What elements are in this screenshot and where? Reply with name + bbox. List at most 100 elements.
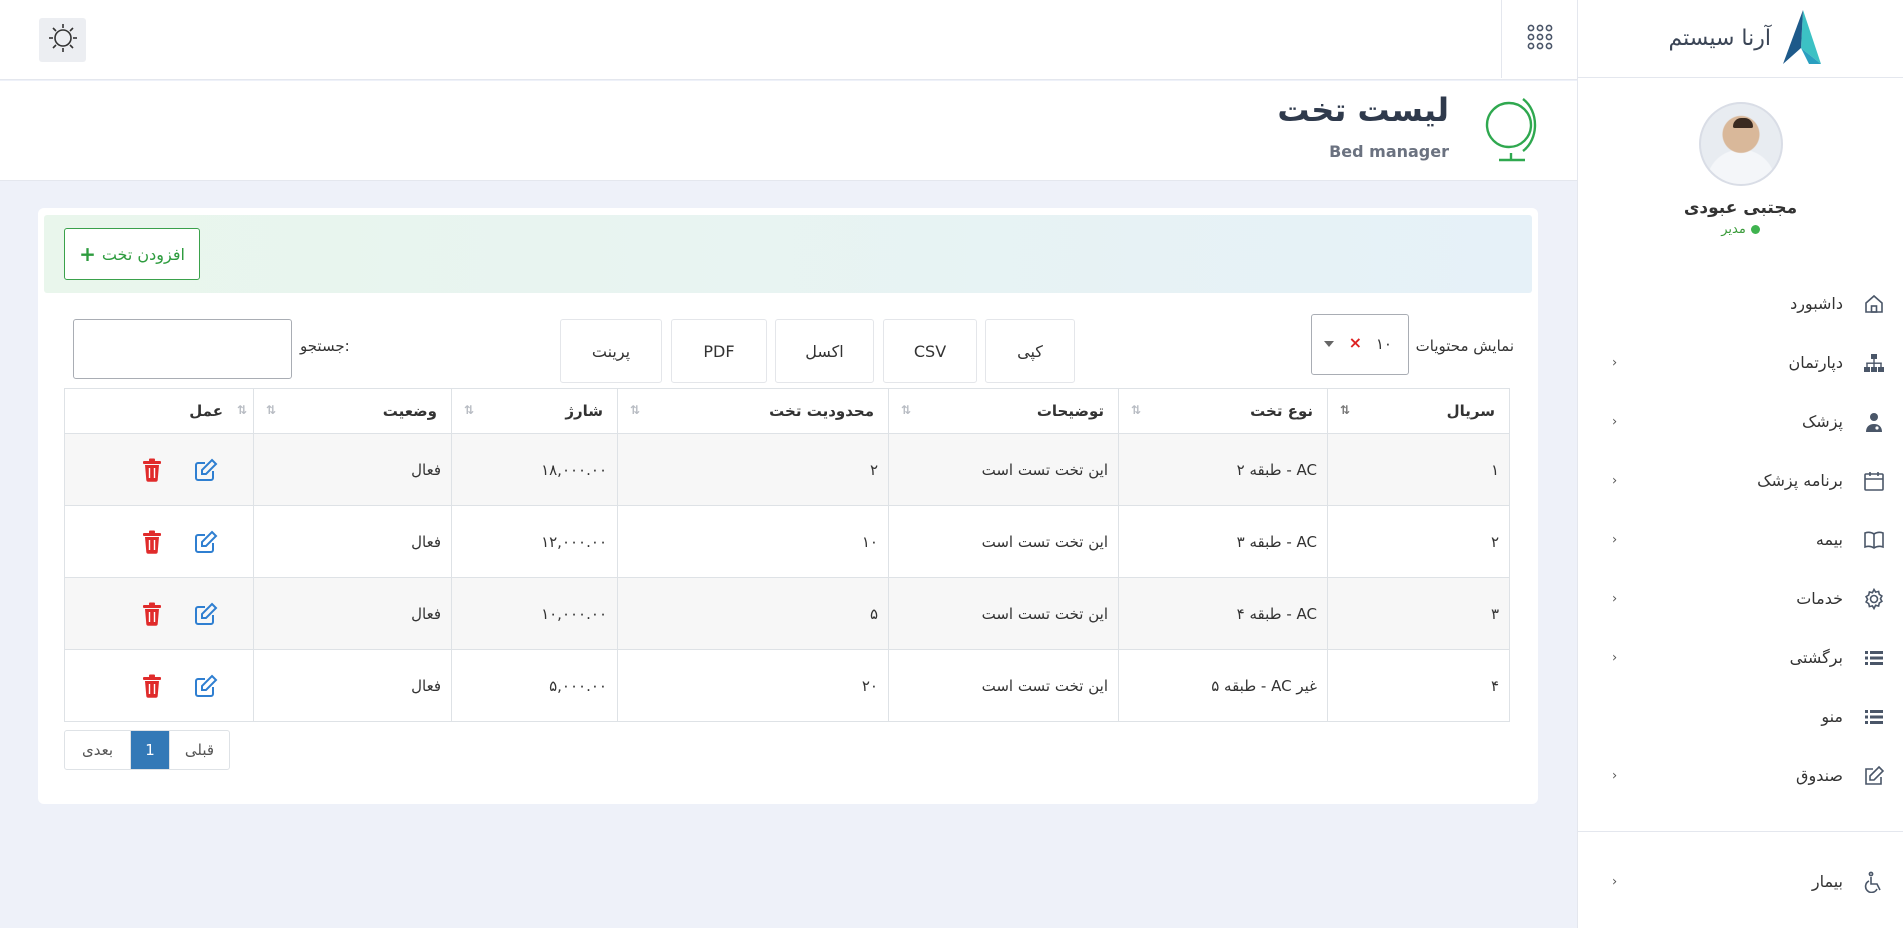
user-role: مدیر — [1721, 222, 1760, 237]
col-description[interactable]: توضیحات ⇅ — [888, 388, 1119, 434]
table-cell: ۱۰,۰۰۰.۰۰ — [451, 577, 618, 650]
table-row: ۲ AC - طبقه ۳ این تخت تست است ۱۰ ۱۲,۰۰۰.۰۰ فع… — [64, 505, 1510, 578]
sort-icon: ⇅ — [630, 403, 640, 417]
excel-button[interactable]: اکسل — [775, 319, 874, 383]
pdf-button[interactable]: PDF — [671, 319, 767, 383]
logo-text: آرنا سیستم — [1668, 26, 1771, 51]
table-header-row: سریال ⇅ نوع تخت ⇅ توضیحات ⇅ محدودیت تخت ⇅ شا… — [64, 388, 1510, 434]
col-bed-limit[interactable]: محدودیت تخت ⇅ — [617, 388, 889, 434]
home-icon — [1863, 293, 1885, 315]
action-cell — [64, 577, 254, 650]
sidebar-item[interactable]: برنامه پزشک ‹ — [1578, 451, 1903, 510]
csv-button[interactable]: CSV — [883, 319, 977, 383]
col-action[interactable]: عمل ⇅ — [64, 388, 254, 434]
table-cell: این تخت تست است — [888, 649, 1119, 722]
logo[interactable]: آرنا سیستم — [1578, 0, 1903, 78]
page-length-label: نمایش محتویات — [1415, 337, 1514, 355]
sidebar-item[interactable]: خدمات ‹ — [1578, 569, 1903, 628]
caret-down-icon — [1324, 341, 1334, 347]
table-row: ۱ AC - طبقه ۲ این تخت تست است ۲ ۱۸,۰۰۰.۰۰ فعا… — [64, 433, 1510, 506]
search-input[interactable] — [73, 319, 292, 379]
table-cell: ۳ — [1327, 577, 1510, 650]
action-cell — [64, 649, 254, 722]
table-cell: AC - طبقه ۲ — [1118, 433, 1328, 506]
sort-icon: ⇅ — [464, 403, 474, 417]
trash-icon[interactable] — [139, 673, 165, 699]
copy-button[interactable]: کپی — [985, 319, 1075, 383]
globe-icon — [1479, 91, 1541, 167]
sort-icon: ⇅ — [901, 403, 911, 417]
sort-icon: ⇅ — [237, 403, 247, 417]
table-cell: ۱۰ — [617, 505, 889, 578]
avatar[interactable] — [1698, 102, 1783, 186]
trash-icon[interactable] — [139, 457, 165, 483]
sidebar-item[interactable]: پزشک ‹ — [1578, 392, 1903, 451]
table-cell: فعال — [253, 433, 452, 506]
sidebar-item-label: برنامه پزشک — [1757, 471, 1843, 490]
table-cell: ۱۸,۰۰۰.۰۰ — [451, 433, 618, 506]
beds-table: سریال ⇅ نوع تخت ⇅ توضیحات ⇅ محدودیت تخت ⇅ شا… — [64, 388, 1510, 722]
table-cell: فعال — [253, 577, 452, 650]
print-button[interactable]: پرینت — [560, 319, 662, 383]
page-subtitle: Bed manager — [1329, 142, 1449, 161]
apps-grid-button[interactable] — [1501, 0, 1577, 78]
col-bed-type[interactable]: نوع تخت ⇅ — [1118, 388, 1328, 434]
trash-icon[interactable] — [139, 601, 165, 627]
table-cell: AC - طبقه ۴ — [1118, 577, 1328, 650]
col-status[interactable]: وضعیت ⇅ — [253, 388, 452, 434]
sidebar-item[interactable]: داشبورد — [1578, 274, 1903, 333]
pagination: بعدی 1 قبلی — [64, 730, 230, 770]
list-icon — [1863, 647, 1885, 669]
sidebar-item[interactable]: برگشتی ‹ — [1578, 628, 1903, 687]
trash-icon[interactable] — [139, 529, 165, 555]
chevron-left-icon: ‹ — [1612, 591, 1618, 606]
col-serial[interactable]: سریال ⇅ — [1327, 388, 1510, 434]
table-cell: فعال — [253, 505, 452, 578]
add-bed-label: افزودن تخت — [101, 244, 185, 264]
sidebar-item-label: برگشتی — [1789, 648, 1843, 667]
edit-icon[interactable] — [193, 529, 219, 555]
chevron-left-icon: ‹ — [1612, 650, 1618, 665]
edit-icon[interactable] — [193, 601, 219, 627]
prev-page-button[interactable]: قبلی — [169, 731, 229, 769]
table-controls: جستجو: پرینت PDF اکسل CSV کپی ۱۰ × نمایش… — [38, 313, 1538, 383]
list-icon — [1863, 706, 1885, 728]
page-title: لیست تخت — [1277, 91, 1449, 129]
sort-icon: ⇅ — [1340, 403, 1350, 417]
table-row: ۳ AC - طبقه ۴ این تخت تست است ۵ ۱۰,۰۰۰.۰۰ فعا… — [64, 577, 1510, 650]
clear-icon[interactable]: × — [1349, 333, 1362, 352]
sidebar-item[interactable]: منو — [1578, 687, 1903, 746]
chevron-left-icon: ‹ — [1612, 874, 1618, 889]
table-cell: AC - طبقه ۳ — [1118, 505, 1328, 578]
add-bed-button[interactable]: افزودن تخت + — [64, 228, 200, 280]
sidebar-item[interactable]: صندوق ‹ — [1578, 746, 1903, 805]
gear-icon — [1863, 587, 1885, 610]
table-cell: ۲ — [617, 433, 889, 506]
chevron-left-icon: ‹ — [1612, 414, 1618, 429]
apps-grid-icon — [1526, 23, 1554, 55]
top-bar — [0, 0, 1577, 80]
table-cell: ۱۲,۰۰۰.۰۰ — [451, 505, 618, 578]
sidebar-item[interactable]: بیمار ‹ — [1578, 852, 1903, 911]
sidebar-item-label: منو — [1821, 707, 1843, 726]
toolbar-bar: افزودن تخت + — [44, 215, 1532, 293]
sidebar-item[interactable]: بیمه ‹ — [1578, 510, 1903, 569]
page-length-select[interactable]: ۱۰ × — [1311, 314, 1409, 375]
edit-icon[interactable] — [193, 457, 219, 483]
current-page-button[interactable]: 1 — [131, 731, 169, 769]
col-charge[interactable]: شارژ ⇅ — [451, 388, 618, 434]
page-length-value: ۱۰ — [1375, 335, 1392, 353]
logo-icon — [1781, 8, 1823, 70]
sidebar: آرنا سیستم مجتبی عبودی مدیر داشبورد دپارت… — [1577, 0, 1903, 928]
table-row: ۴ غیر AC - طبقه ۵ این تخت تست است ۲۰ ۵,۰۰۰.۰… — [64, 649, 1510, 722]
chevron-left-icon: ‹ — [1612, 355, 1618, 370]
table-cell: این تخت تست است — [888, 505, 1119, 578]
settings-button[interactable] — [39, 18, 86, 62]
sidebar-item-label: خدمات — [1796, 589, 1843, 608]
next-page-button[interactable]: بعدی — [65, 731, 131, 769]
edit-icon[interactable] — [193, 673, 219, 699]
sitemap-icon — [1863, 352, 1885, 374]
edit-icon — [1863, 765, 1885, 787]
table-cell: ۵ — [617, 577, 889, 650]
sidebar-item[interactable]: دپارتمان ‹ — [1578, 333, 1903, 392]
